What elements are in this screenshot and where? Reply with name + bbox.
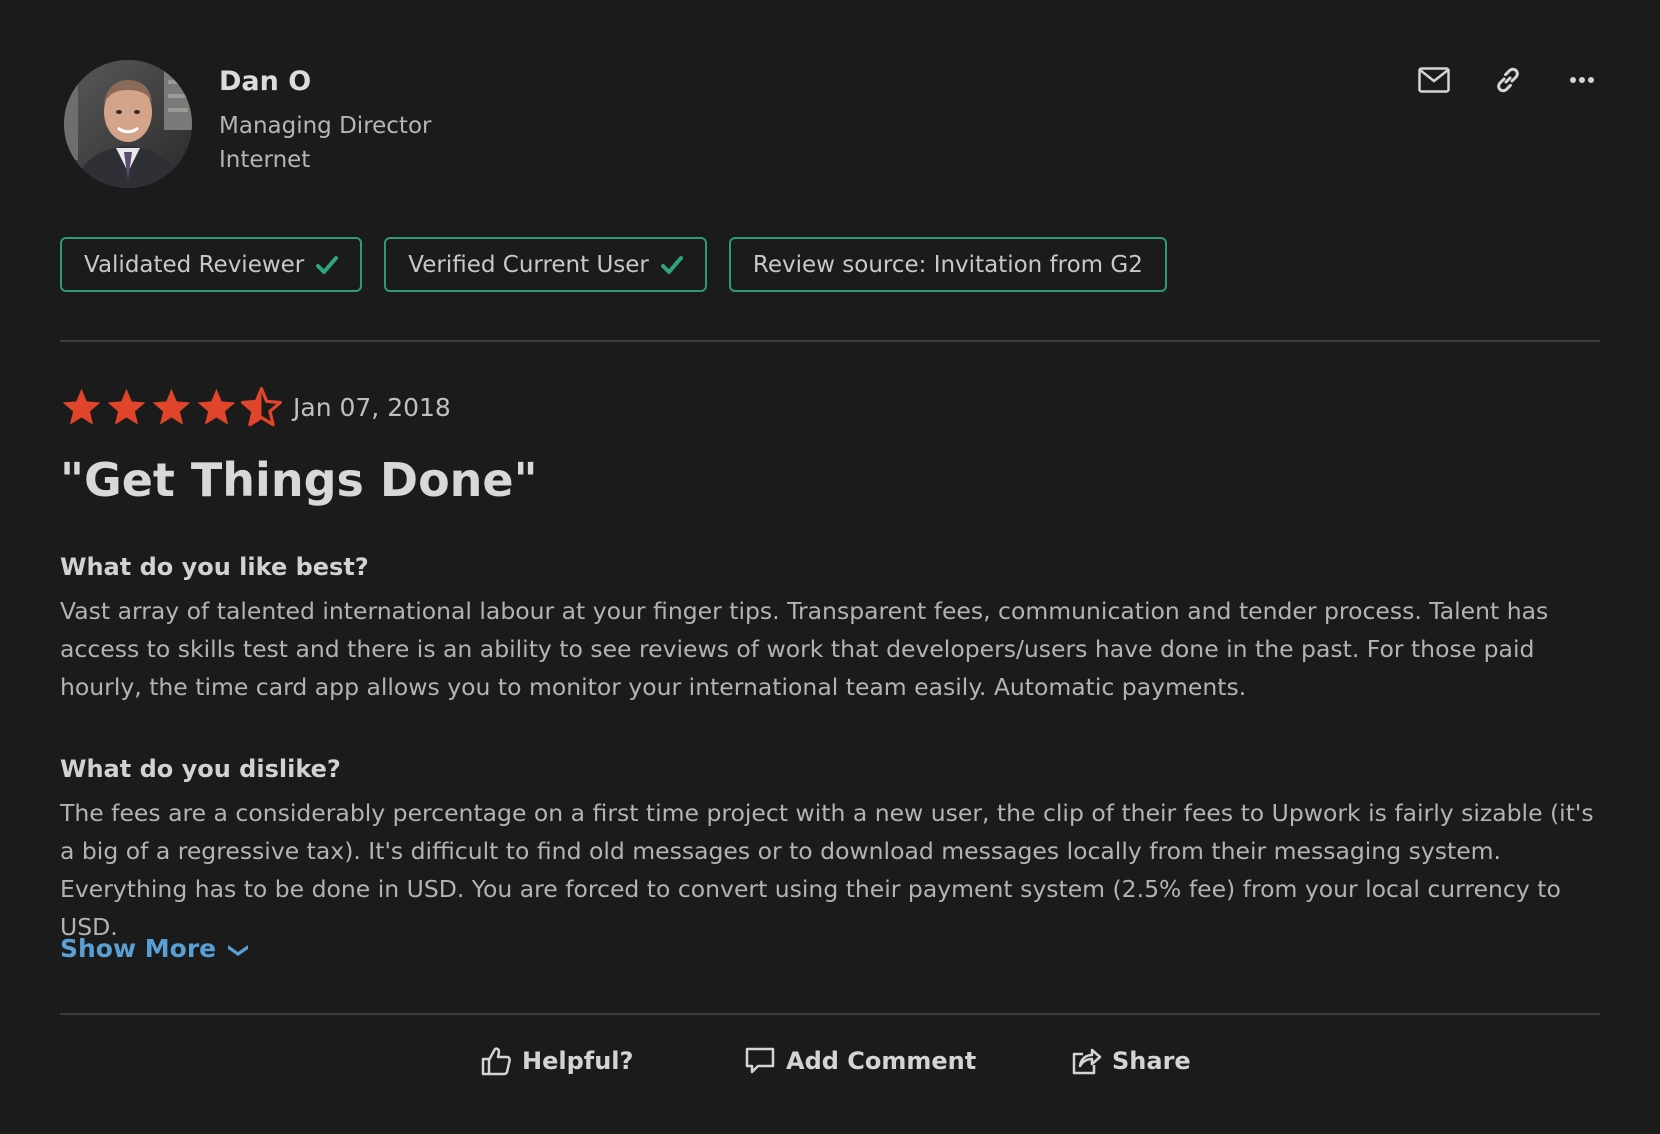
badge-label: Verified Current User [408,251,649,278]
reviewer-name[interactable]: Dan O [219,68,431,95]
thumbs-up-icon [481,1047,511,1076]
add-comment-button[interactable]: Add Comment [744,1036,976,1086]
share-button[interactable]: Share [1070,1036,1191,1086]
badge-verified-current-user: Verified Current User [384,237,707,292]
star-full-icon [107,388,146,425]
reviewer-info: Dan O Managing Director Internet [219,68,431,177]
helpful-button[interactable]: Helpful? [480,1036,633,1086]
divider [60,340,1600,342]
reviewer-title: Managing Director [219,113,432,139]
avatar[interactable] [64,60,192,188]
dislike-heading: What do you dislike? [60,755,341,783]
reviewer-badges: Validated Reviewer Verified Current User… [60,237,1167,292]
chevron-down-icon [228,944,249,956]
review-title: "Get Things Done" [60,453,538,507]
more-icon[interactable] [1564,62,1600,98]
badge-review-source: Review source: Invitation from G2 [728,237,1167,292]
star-full-icon [152,388,191,425]
show-more-button[interactable]: Show More [60,934,250,963]
show-more-label: Show More [60,934,217,963]
share-icon [1072,1048,1102,1075]
star-full-icon [197,388,236,425]
star-full-icon [62,388,101,425]
star-rating [60,386,283,429]
share-label: Share [1112,1047,1191,1075]
dislike-section: What do you dislike? The fees are a cons… [60,754,1600,946]
divider [60,1013,1600,1015]
check-icon [316,255,339,274]
mail-icon[interactable] [1416,62,1452,98]
reviewer-header: Dan O Managing Director Internet [60,60,1600,190]
like-section: What do you like best? Vast array of tal… [60,552,1600,706]
check-icon [660,255,683,274]
helpful-label: Helpful? [522,1047,634,1075]
rating-row: Jan 07, 2018 [60,384,451,430]
header-actions [1416,60,1600,100]
link-icon[interactable] [1490,62,1526,98]
badge-label: Review source: Invitation from G2 [752,251,1143,278]
reviewer-company: Internet [219,147,311,173]
star-half-icon [241,386,282,426]
review-card: Dan O Managing Director Internet Validat… [60,0,1600,1134]
comment-icon [745,1047,775,1074]
like-body: Vast array of talented international lab… [60,597,1549,701]
review-date: Jan 07, 2018 [293,392,451,422]
badge-validated-reviewer: Validated Reviewer [60,237,363,292]
like-heading: What do you like best? [60,553,369,581]
review-actions: Helpful? Add Comment Share [60,1036,1600,1086]
dislike-body: The fees are a considerably percentage o… [60,799,1594,941]
avatar-image [64,60,192,188]
badge-label: Validated Reviewer [84,251,305,278]
add-comment-label: Add Comment [786,1047,977,1075]
